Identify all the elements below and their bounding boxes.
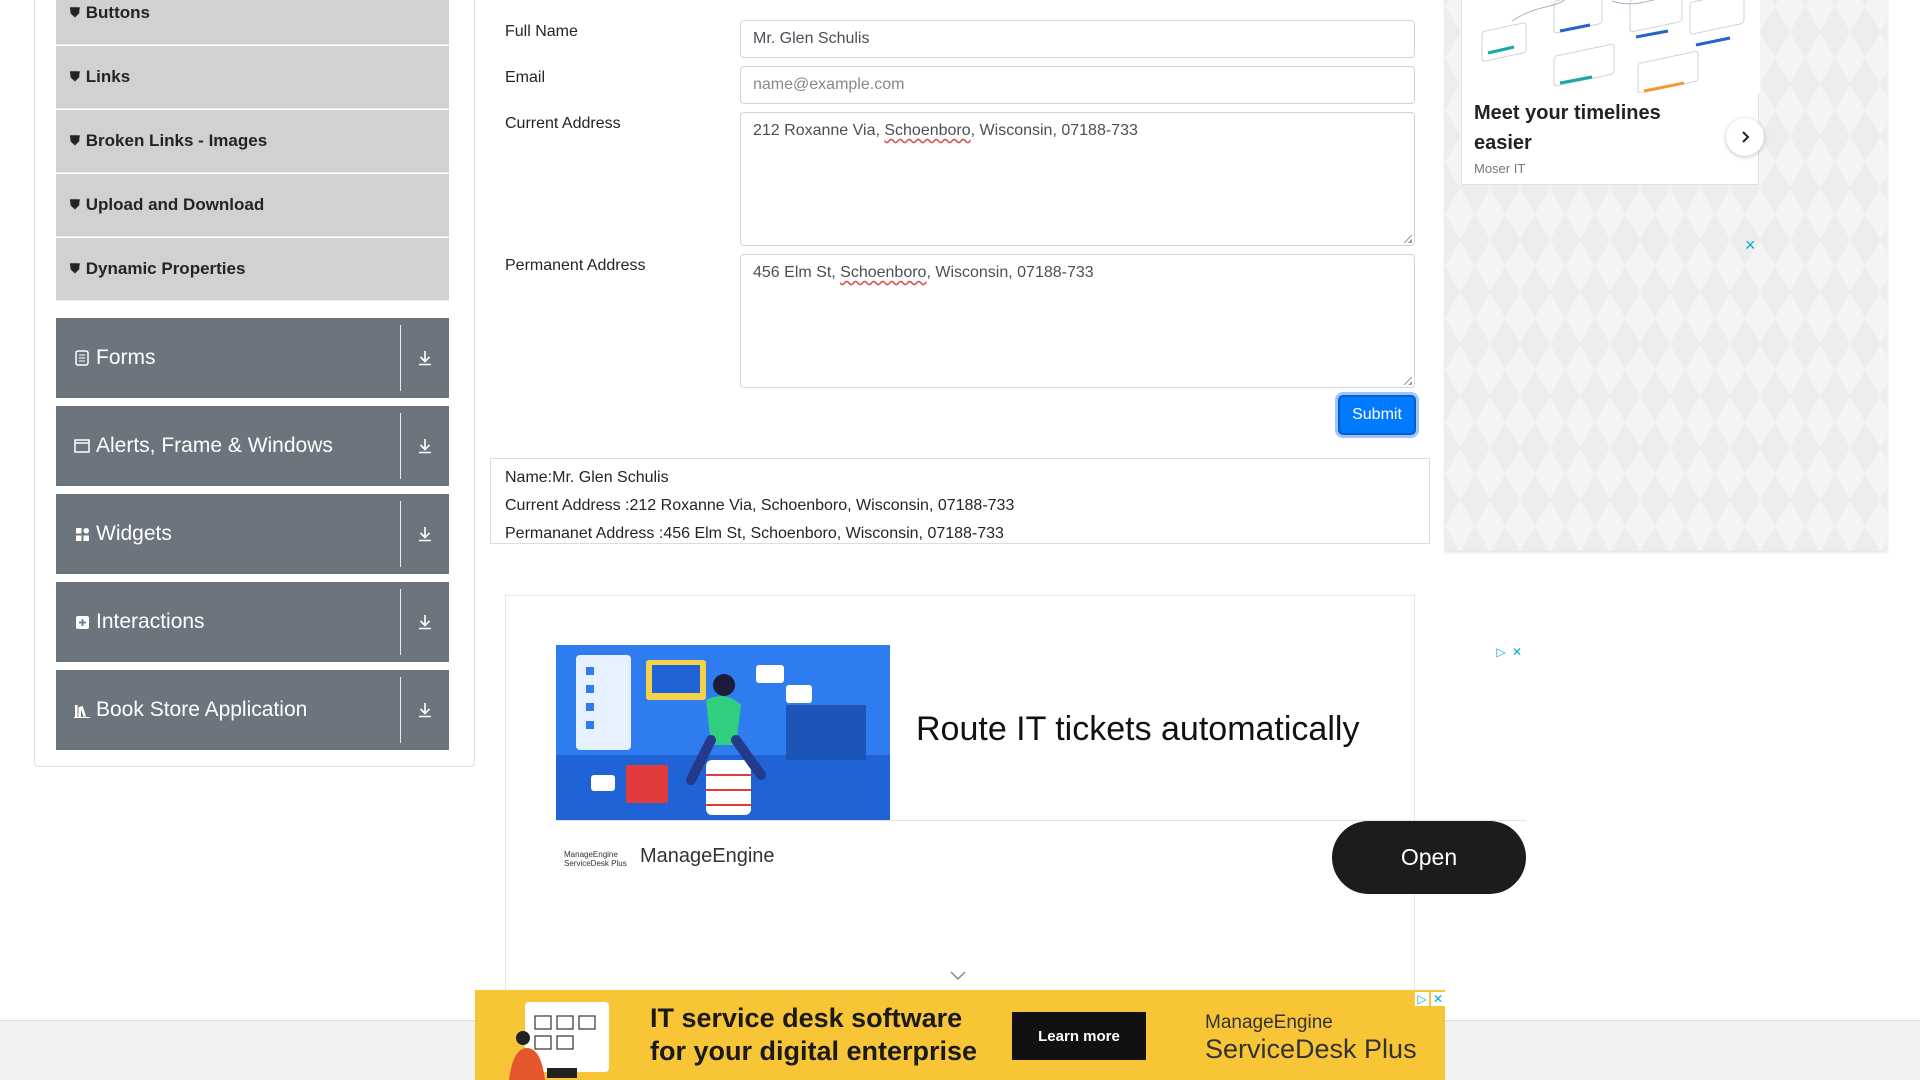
divider	[400, 413, 401, 479]
manageengine-logo: ManageEngine ServiceDesk Plus	[564, 850, 627, 868]
email-placeholder: name@example.com	[753, 76, 905, 93]
full-name-label: Full Name	[505, 23, 578, 40]
output-current-address: Current Address :212 Roxanne Via, Schoen…	[505, 497, 1015, 514]
window-icon	[74, 438, 90, 454]
headline-line-2: for your digital enterprise	[650, 1036, 978, 1066]
divider	[400, 501, 401, 567]
adchoices-icon[interactable]: ▷	[1415, 992, 1429, 1006]
bottom-advertisement[interactable]: IT service desk software for your digita…	[475, 990, 1445, 1080]
sidebar-item-label: Dynamic Properties	[85, 259, 246, 278]
html5-icon: ⛊	[70, 69, 80, 84]
learn-more-button[interactable]: Learn more	[1012, 1012, 1146, 1060]
download-icon[interactable]	[401, 614, 449, 630]
sidebar-item-label: Upload and Download	[85, 195, 265, 214]
sidebar-group-book-store[interactable]: Book Store Application	[56, 670, 449, 750]
group-label: Widgets	[96, 522, 172, 545]
ad-sponsor: Moser IT	[1474, 161, 1526, 176]
ad-card[interactable]: Meet your timelines easier Moser IT	[1461, 0, 1764, 185]
download-icon[interactable]	[401, 438, 449, 454]
sidebar-item-dynamic-properties[interactable]: ⛊ Dynamic Properties	[56, 238, 449, 301]
middle-advertisement[interactable]: Route IT tickets automatically ManageEng…	[556, 645, 1526, 895]
sidebar-group-interactions[interactable]: Interactions	[56, 582, 449, 662]
logo-line-2: ServiceDesk Plus	[564, 859, 627, 868]
timeline-illustration	[1462, 0, 1760, 93]
download-icon[interactable]	[401, 526, 449, 542]
logo-line-1: ManageEngine	[564, 850, 618, 859]
widgets-icon	[74, 526, 90, 542]
current-address-suffix: , Wisconsin, 07188-733	[970, 122, 1138, 139]
open-button[interactable]: Open	[1332, 821, 1526, 894]
document-icon	[74, 350, 90, 366]
brand-line-2: ServiceDesk Plus	[1205, 1034, 1417, 1064]
output-name: Name:Mr. Glen Schulis	[505, 469, 669, 486]
current-address-textarea[interactable]: 212 Roxanne Via, Schoenboro, Wisconsin, …	[740, 112, 1415, 246]
ad-title: Meet your timelines easier	[1474, 102, 1661, 154]
html5-icon: ⛊	[70, 261, 80, 276]
ad-illustration	[556, 645, 890, 820]
sidebar-item-upload-download[interactable]: ⛊ Upload and Download	[56, 174, 449, 237]
sidebar-item-label: Broken Links - Images	[85, 131, 268, 150]
sidebar-item-buttons[interactable]: ⛊ Buttons	[56, 0, 449, 45]
sidebar-group-alerts[interactable]: Alerts, Frame & Windows	[56, 406, 449, 486]
group-label: Alerts, Frame & Windows	[96, 434, 333, 457]
ad-choices[interactable]: ▷ ✕	[1415, 992, 1445, 1006]
ad-illustration	[509, 1002, 609, 1080]
ad-headline: Route IT tickets automatically	[916, 710, 1360, 748]
permanent-address-suffix: , Wisconsin, 07188-733	[926, 264, 1094, 281]
current-address-city: Schoenboro	[884, 122, 971, 139]
sidebar-item-label: Buttons	[85, 3, 150, 22]
sidebar-item-links[interactable]: ⛊ Links	[56, 46, 449, 109]
adchoices-icon[interactable]: ▷	[1494, 645, 1508, 659]
chevron-down-icon[interactable]	[950, 968, 966, 986]
brand-line-1: ManageEngine	[1205, 1012, 1333, 1033]
ad-brand: ManageEngine	[640, 845, 775, 867]
email-input[interactable]: name@example.com	[740, 66, 1415, 104]
sidebar-group-widgets[interactable]: Widgets	[56, 494, 449, 574]
permanent-address-label: Permanent Address	[505, 257, 646, 274]
group-label: Forms	[96, 346, 156, 369]
close-icon[interactable]: ✕	[1431, 992, 1445, 1006]
permanent-address-prefix: 456 Elm St,	[753, 264, 841, 281]
download-icon[interactable]	[401, 702, 449, 718]
divider	[400, 677, 401, 743]
download-icon[interactable]	[401, 350, 449, 366]
sidebar-group-forms[interactable]: Forms	[56, 318, 449, 398]
sidebar-item-broken-links[interactable]: ⛊ Broken Links - Images	[56, 110, 449, 173]
close-icon[interactable]: ×	[1745, 235, 1756, 256]
permanent-address-city: Schoenboro	[840, 264, 927, 281]
permanent-address-textarea[interactable]: 456 Elm St, Schoenboro, Wisconsin, 07188…	[740, 254, 1415, 388]
books-icon	[74, 702, 90, 718]
right-advertisement[interactable]: Meet your timelines easier Moser IT ×	[1445, 0, 1887, 551]
submit-button[interactable]: Submit	[1338, 395, 1416, 435]
output-permanent-address: Permananet Address :456 Elm St, Schoenbo…	[505, 525, 1004, 542]
close-icon[interactable]: ✕	[1510, 645, 1524, 659]
headline-line-1: IT service desk software	[650, 1003, 963, 1033]
current-address-prefix: 212 Roxanne Via,	[753, 122, 885, 139]
divider	[400, 589, 401, 655]
full-name-input[interactable]: Mr. Glen Schulis	[740, 20, 1415, 58]
html5-icon: ⛊	[70, 197, 80, 212]
divider	[400, 325, 401, 391]
sidebar-item-label: Links	[85, 67, 131, 86]
group-label: Book Store Application	[96, 698, 308, 721]
html5-icon: ⛊	[70, 5, 80, 20]
html5-icon: ⛊	[70, 133, 80, 148]
ad-choices[interactable]: ▷ ✕	[1494, 645, 1524, 659]
chevron-right-icon[interactable]	[1726, 118, 1764, 156]
email-label: Email	[505, 69, 546, 86]
current-address-label: Current Address	[505, 115, 621, 132]
interactions-icon	[74, 614, 90, 630]
group-label: Interactions	[96, 610, 205, 633]
output-box: Name:Mr. Glen Schulis Current Address :2…	[490, 458, 1430, 544]
full-name-value: Mr. Glen Schulis	[753, 30, 870, 47]
ad-headline: IT service desk software for your digita…	[650, 1002, 977, 1068]
